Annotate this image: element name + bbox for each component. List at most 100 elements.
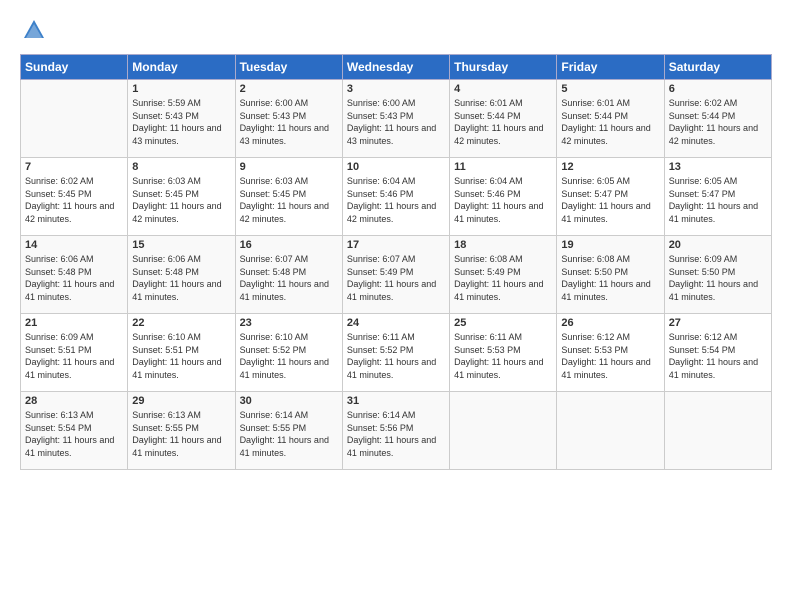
header-row: SundayMondayTuesdayWednesdayThursdayFrid… xyxy=(21,55,772,80)
logo-icon xyxy=(20,16,48,44)
day-number: 16 xyxy=(240,239,338,251)
day-cell: 24Sunrise: 6:11 AMSunset: 5:52 PMDayligh… xyxy=(342,314,449,392)
day-number: 24 xyxy=(347,317,445,329)
day-cell: 26 Sunrise: 6:12 AMSunset: 5:53 PMDayligh… xyxy=(557,314,664,392)
day-cell: 20 Sunrise: 6:09 AMSunset: 5:50 PMDayligh… xyxy=(664,236,771,314)
day-cell xyxy=(21,80,128,158)
day-number: 13 xyxy=(669,161,767,173)
day-cell: 4 Sunrise: 6:01 AMSunset: 5:44 PMDaylight… xyxy=(450,80,557,158)
day-info: Sunrise: 6:07 AMSunset: 5:49 PMDaylight:… xyxy=(347,253,445,303)
day-number: 23 xyxy=(240,317,338,329)
day-info: Sunrise: 6:14 AMSunset: 5:56 PMDaylight:… xyxy=(347,409,445,459)
day-cell: 17 Sunrise: 6:07 AMSunset: 5:49 PMDayligh… xyxy=(342,236,449,314)
day-info: Sunrise: 6:01 AMSunset: 5:44 PMDaylight:… xyxy=(561,97,659,147)
day-info: Sunrise: 6:14 AMSunset: 5:55 PMDaylight:… xyxy=(240,409,338,459)
day-cell: 6Sunrise: 6:02 AMSunset: 5:44 PMDaylight… xyxy=(664,80,771,158)
day-info: Sunrise: 6:05 AMSunset: 5:47 PMDaylight:… xyxy=(561,175,659,225)
day-number: 9 xyxy=(240,161,338,173)
day-info: Sunrise: 6:01 AMSunset: 5:44 PMDaylight:… xyxy=(454,97,552,147)
day-info: Sunrise: 6:00 AMSunset: 5:43 PMDaylight:… xyxy=(240,97,338,147)
week-row-3: 14 Sunrise: 6:06 AMSunset: 5:48 PMDayligh… xyxy=(21,236,772,314)
day-number: 8 xyxy=(132,161,230,173)
day-number: 26 xyxy=(561,317,659,329)
calendar-page: SundayMondayTuesdayWednesdayThursdayFrid… xyxy=(0,0,792,612)
day-cell: 22 Sunrise: 6:10 AMSunset: 5:51 PMDayligh… xyxy=(128,314,235,392)
day-number: 20 xyxy=(669,239,767,251)
day-cell: 30 Sunrise: 6:14 AMSunset: 5:55 PMDayligh… xyxy=(235,392,342,470)
day-cell: 18Sunrise: 6:08 AMSunset: 5:49 PMDayligh… xyxy=(450,236,557,314)
day-info: Sunrise: 6:09 AMSunset: 5:50 PMDaylight:… xyxy=(669,253,767,303)
week-row-4: 21Sunrise: 6:09 AMSunset: 5:51 PMDayligh… xyxy=(21,314,772,392)
day-info: Sunrise: 6:06 AMSunset: 5:48 PMDaylight:… xyxy=(25,253,123,303)
day-number: 2 xyxy=(240,83,338,95)
day-cell: 31 Sunrise: 6:14 AMSunset: 5:56 PMDayligh… xyxy=(342,392,449,470)
day-info: Sunrise: 6:12 AMSunset: 5:53 PMDaylight:… xyxy=(561,331,659,381)
day-info: Sunrise: 6:04 AMSunset: 5:46 PMDaylight:… xyxy=(454,175,552,225)
day-number: 22 xyxy=(132,317,230,329)
day-cell: 7Sunrise: 6:02 AMSunset: 5:45 PMDaylight… xyxy=(21,158,128,236)
day-cell: 29 Sunrise: 6:13 AMSunset: 5:55 PMDayligh… xyxy=(128,392,235,470)
header xyxy=(20,16,772,44)
day-cell xyxy=(664,392,771,470)
day-number: 30 xyxy=(240,395,338,407)
day-number: 29 xyxy=(132,395,230,407)
col-header-wednesday: Wednesday xyxy=(342,55,449,80)
day-number: 31 xyxy=(347,395,445,407)
day-info: Sunrise: 6:11 AMSunset: 5:53 PMDaylight:… xyxy=(454,331,552,381)
day-info: Sunrise: 6:12 AMSunset: 5:54 PMDaylight:… xyxy=(669,331,767,381)
day-info: Sunrise: 6:05 AMSunset: 5:47 PMDaylight:… xyxy=(669,175,767,225)
day-number: 5 xyxy=(561,83,659,95)
calendar-table: SundayMondayTuesdayWednesdayThursdayFrid… xyxy=(20,54,772,470)
day-number: 1 xyxy=(132,83,230,95)
day-cell: 12 Sunrise: 6:05 AMSunset: 5:47 PMDayligh… xyxy=(557,158,664,236)
logo xyxy=(20,16,52,44)
day-cell: 23 Sunrise: 6:10 AMSunset: 5:52 PMDayligh… xyxy=(235,314,342,392)
day-info: Sunrise: 6:08 AMSunset: 5:50 PMDaylight:… xyxy=(561,253,659,303)
week-row-2: 7Sunrise: 6:02 AMSunset: 5:45 PMDaylight… xyxy=(21,158,772,236)
day-cell: 16 Sunrise: 6:07 AMSunset: 5:48 PMDayligh… xyxy=(235,236,342,314)
day-cell: 11 Sunrise: 6:04 AMSunset: 5:46 PMDayligh… xyxy=(450,158,557,236)
day-cell: 19 Sunrise: 6:08 AMSunset: 5:50 PMDayligh… xyxy=(557,236,664,314)
day-cell: 2 Sunrise: 6:00 AMSunset: 5:43 PMDaylight… xyxy=(235,80,342,158)
day-cell xyxy=(557,392,664,470)
day-number: 7 xyxy=(25,161,123,173)
day-cell: 13 Sunrise: 6:05 AMSunset: 5:47 PMDayligh… xyxy=(664,158,771,236)
day-cell: 25 Sunrise: 6:11 AMSunset: 5:53 PMDayligh… xyxy=(450,314,557,392)
col-header-sunday: Sunday xyxy=(21,55,128,80)
day-info: Sunrise: 6:09 AMSunset: 5:51 PMDaylight:… xyxy=(25,331,123,381)
day-info: Sunrise: 6:10 AMSunset: 5:51 PMDaylight:… xyxy=(132,331,230,381)
day-cell: 14 Sunrise: 6:06 AMSunset: 5:48 PMDayligh… xyxy=(21,236,128,314)
day-number: 15 xyxy=(132,239,230,251)
day-cell: 10Sunrise: 6:04 AMSunset: 5:46 PMDayligh… xyxy=(342,158,449,236)
day-number: 10 xyxy=(347,161,445,173)
col-header-tuesday: Tuesday xyxy=(235,55,342,80)
day-info: Sunrise: 6:00 AMSunset: 5:43 PMDaylight:… xyxy=(347,97,445,147)
day-cell: 21Sunrise: 6:09 AMSunset: 5:51 PMDayligh… xyxy=(21,314,128,392)
col-header-thursday: Thursday xyxy=(450,55,557,80)
day-number: 4 xyxy=(454,83,552,95)
day-cell: 1 Sunrise: 5:59 AMSunset: 5:43 PMDaylight… xyxy=(128,80,235,158)
col-header-friday: Friday xyxy=(557,55,664,80)
day-cell: 15Sunrise: 6:06 AMSunset: 5:48 PMDayligh… xyxy=(128,236,235,314)
day-info: Sunrise: 6:03 AMSunset: 5:45 PMDaylight:… xyxy=(132,175,230,225)
day-number: 19 xyxy=(561,239,659,251)
day-cell xyxy=(450,392,557,470)
day-number: 28 xyxy=(25,395,123,407)
day-info: Sunrise: 5:59 AMSunset: 5:43 PMDaylight:… xyxy=(132,97,230,147)
day-info: Sunrise: 6:03 AMSunset: 5:45 PMDaylight:… xyxy=(240,175,338,225)
day-info: Sunrise: 6:13 AMSunset: 5:54 PMDaylight:… xyxy=(25,409,123,459)
day-number: 25 xyxy=(454,317,552,329)
day-info: Sunrise: 6:10 AMSunset: 5:52 PMDaylight:… xyxy=(240,331,338,381)
week-row-5: 28 Sunrise: 6:13 AMSunset: 5:54 PMDayligh… xyxy=(21,392,772,470)
day-cell: 28 Sunrise: 6:13 AMSunset: 5:54 PMDayligh… xyxy=(21,392,128,470)
day-number: 14 xyxy=(25,239,123,251)
day-number: 11 xyxy=(454,161,552,173)
day-number: 17 xyxy=(347,239,445,251)
day-info: Sunrise: 6:07 AMSunset: 5:48 PMDaylight:… xyxy=(240,253,338,303)
day-number: 12 xyxy=(561,161,659,173)
day-info: Sunrise: 6:13 AMSunset: 5:55 PMDaylight:… xyxy=(132,409,230,459)
day-cell: 27Sunrise: 6:12 AMSunset: 5:54 PMDayligh… xyxy=(664,314,771,392)
col-header-saturday: Saturday xyxy=(664,55,771,80)
day-cell: 8 Sunrise: 6:03 AMSunset: 5:45 PMDaylight… xyxy=(128,158,235,236)
day-info: Sunrise: 6:02 AMSunset: 5:44 PMDaylight:… xyxy=(669,97,767,147)
